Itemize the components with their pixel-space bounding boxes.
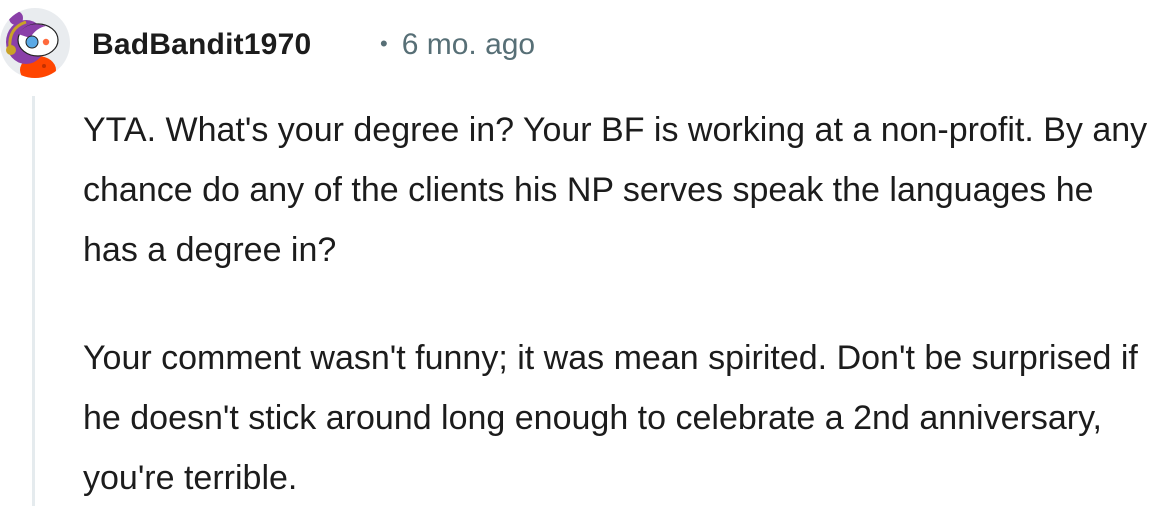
comment-timestamp[interactable]: 6 mo. ago — [402, 28, 535, 61]
comment-paragraph: YTA. What's your degree in? Your BF is w… — [83, 111, 1148, 269]
comment: BadBandit1970 • 6 mo. ago YTA. What's you… — [0, 0, 1167, 506]
author-username[interactable]: BadBandit1970 — [92, 28, 311, 62]
comment-body: YTA. What's your degree in? Your BF is w… — [83, 100, 1153, 508]
meta-separator: • — [380, 31, 388, 56]
comment-paragraph: Your comment wasn't funny; it was mean s… — [83, 339, 1138, 497]
snoo-avatar-icon[interactable] — [0, 8, 70, 78]
thread-line[interactable] — [32, 96, 35, 506]
comment-meta: • 6 mo. ago — [380, 28, 535, 62]
